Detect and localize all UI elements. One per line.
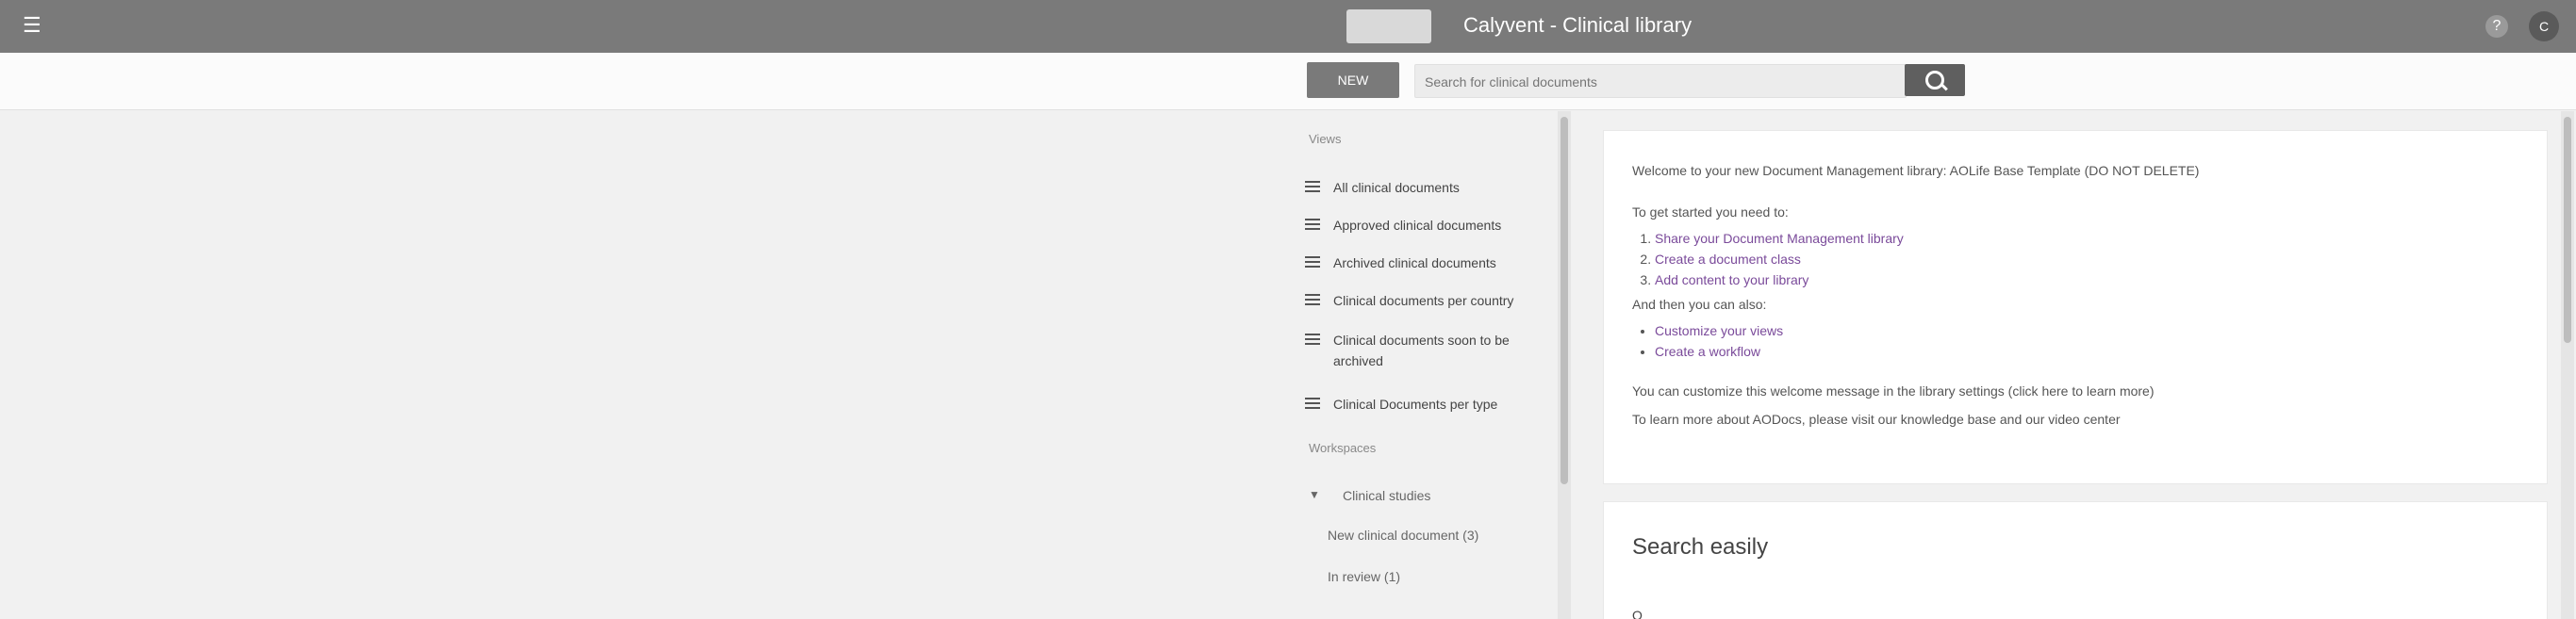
workspace-item[interactable]: In review (1) <box>1328 569 1400 584</box>
step-link[interactable]: Share your Document Management library <box>1655 231 1904 246</box>
list-icon <box>1305 256 1320 269</box>
app-window: ☰ Calyvent - Clinical library ? C NEW Vi… <box>0 0 2576 619</box>
get-started-text: To get started you need to: <box>1632 204 1789 220</box>
top-bar: ☰ Calyvent - Clinical library ? C <box>0 0 2576 53</box>
search-box <box>1414 64 1907 99</box>
extra-item: Customize your views <box>1655 323 2518 338</box>
step-item: Share your Document Management library <box>1655 231 2518 246</box>
step-link[interactable]: Add content to your library <box>1655 272 1808 287</box>
list-icon <box>1305 398 1320 411</box>
main-scrollbar[interactable] <box>2561 111 2574 619</box>
search-easily-heading: Search easily <box>1632 534 1769 560</box>
views-section-label: Views <box>1309 132 1342 146</box>
chevron-down-icon[interactable]: ▼ <box>1309 488 1320 501</box>
search-card: Search easily Q <box>1603 501 2548 619</box>
hamburger-icon[interactable]: ☰ <box>23 15 43 36</box>
search-icon <box>1925 71 1944 90</box>
sidebar-scrollbar[interactable] <box>1558 111 1571 619</box>
workspace-item[interactable]: New clinical document (3) <box>1328 528 1478 543</box>
sidebar: Views All clinical documents Approved cl… <box>1286 111 1561 619</box>
list-icon <box>1305 219 1320 232</box>
search-button[interactable] <box>1905 64 1965 96</box>
step-item: Create a document class <box>1655 252 2518 267</box>
app-logo <box>1346 9 1431 43</box>
extra-link[interactable]: Customize your views <box>1655 323 1783 338</box>
app-title: Calyvent - Clinical library <box>1463 13 1693 37</box>
search-easily-sub: Q <box>1632 608 1643 619</box>
view-item-label: Archived clinical documents <box>1333 255 1496 270</box>
list-icon <box>1305 181 1320 194</box>
step-item: Add content to your library <box>1655 272 2518 287</box>
view-item-label: Clinical documents per country <box>1333 293 1514 308</box>
welcome-text: Welcome to your new Document Management … <box>1632 163 2200 178</box>
extra-link[interactable]: Create a workflow <box>1655 344 1760 359</box>
list-icon <box>1305 334 1320 347</box>
customize-text: You can customize this welcome message i… <box>1632 383 2155 399</box>
steps-list: Share your Document Management library C… <box>1632 231 2518 287</box>
view-item-label: Clinical documents soon to be archived <box>1333 333 1510 368</box>
list-icon <box>1305 294 1320 307</box>
view-item-label: Approved clinical documents <box>1333 218 1502 233</box>
extras-list: Customize your views Create a workflow <box>1632 323 2518 359</box>
view-item-label: All clinical documents <box>1333 180 1460 195</box>
learn-more-text: To learn more about AODocs, please visit… <box>1632 412 2121 427</box>
new-button[interactable]: NEW <box>1307 62 1399 98</box>
extra-item: Create a workflow <box>1655 344 2518 359</box>
search-input[interactable] <box>1423 65 1898 99</box>
workspaces-section-label: Workspaces <box>1309 441 1377 455</box>
main-content: Welcome to your new Document Management … <box>1584 111 2576 619</box>
view-item-label: Clinical Documents per type <box>1333 397 1498 412</box>
workspace-group[interactable]: Clinical studies <box>1343 488 1430 503</box>
toolbar: NEW <box>0 53 2576 110</box>
help-icon[interactable]: ? <box>2485 15 2508 38</box>
and-then-text: And then you can also: <box>1632 297 1767 312</box>
welcome-card: Welcome to your new Document Management … <box>1603 130 2548 484</box>
step-link[interactable]: Create a document class <box>1655 252 1801 267</box>
avatar[interactable]: C <box>2529 11 2559 41</box>
